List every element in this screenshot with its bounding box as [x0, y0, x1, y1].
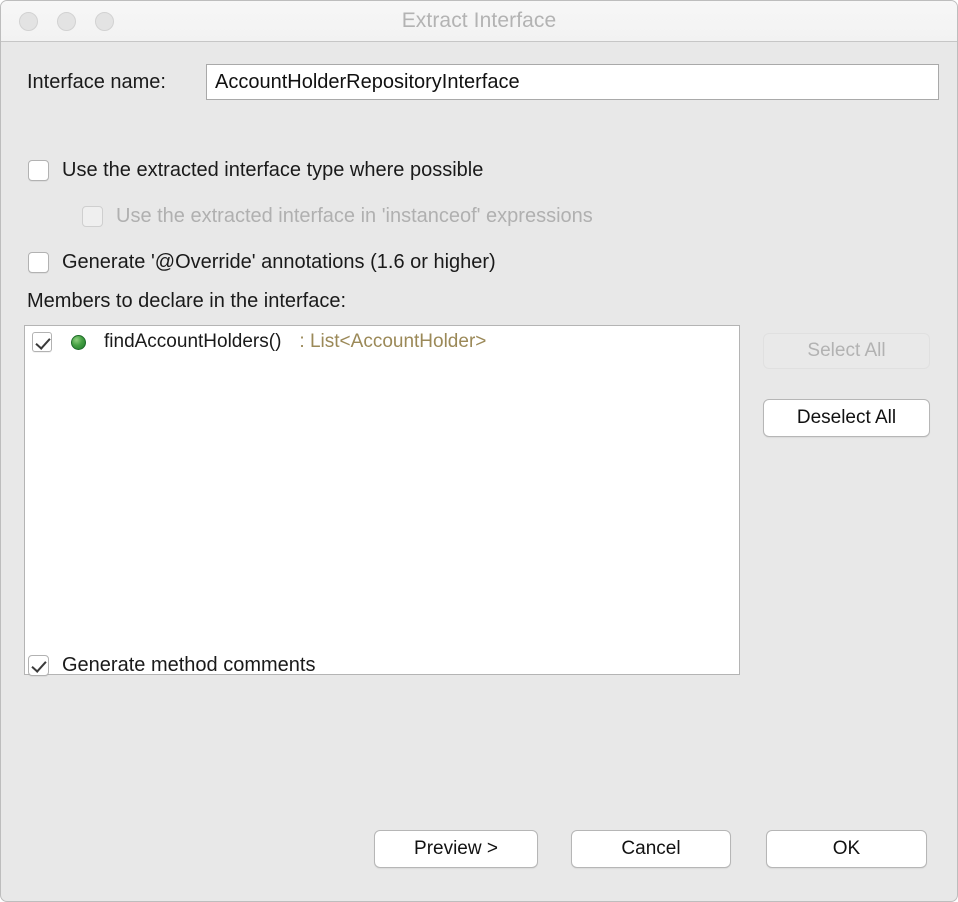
deselect-all-button[interactable]: Deselect All — [763, 399, 930, 437]
dialog-content: Interface name: Use the extracted interf… — [1, 42, 957, 901]
members-section-label: Members to declare in the interface: — [27, 290, 347, 312]
table-row[interactable]: findAccountHolders() : List<AccountHolde… — [25, 326, 739, 358]
checkbox-box — [82, 206, 103, 227]
checkbox-label: Generate '@Override' annotations (1.6 or… — [62, 251, 496, 273]
checkbox-box[interactable] — [28, 252, 49, 273]
interface-name-label: Interface name: — [27, 71, 166, 93]
public-method-icon — [71, 334, 86, 350]
checkbox-label: Use the extracted interface in 'instance… — [116, 205, 593, 227]
cancel-button[interactable]: Cancel — [571, 830, 731, 868]
ok-button[interactable]: OK — [766, 830, 927, 868]
preview-button[interactable]: Preview > — [374, 830, 538, 868]
interface-name-input[interactable] — [206, 64, 939, 100]
checkbox-generate-method-comments[interactable]: Generate method comments — [28, 654, 315, 677]
select-all-button[interactable]: Select All — [763, 333, 930, 369]
member-name: findAccountHolders() — [104, 331, 282, 352]
extract-interface-dialog: Extract Interface Interface name: Use th… — [0, 0, 958, 902]
checkbox-use-in-instanceof: Use the extracted interface in 'instance… — [82, 205, 593, 228]
member-checkbox[interactable] — [32, 332, 52, 352]
window-title: Extract Interface — [401, 9, 557, 32]
checkbox-box[interactable] — [28, 655, 49, 676]
checkbox-label: Use the extracted interface type where p… — [62, 159, 484, 181]
title-bar: Extract Interface — [1, 1, 957, 42]
checkbox-box[interactable] — [28, 160, 49, 181]
checkbox-generate-override[interactable]: Generate '@Override' annotations (1.6 or… — [28, 251, 496, 274]
checkbox-use-extracted-type[interactable]: Use the extracted interface type where p… — [28, 159, 483, 182]
member-return-type: : List<AccountHolder> — [299, 331, 487, 352]
checkbox-label: Generate method comments — [62, 654, 316, 676]
members-list[interactable]: findAccountHolders() : List<AccountHolde… — [24, 325, 740, 675]
